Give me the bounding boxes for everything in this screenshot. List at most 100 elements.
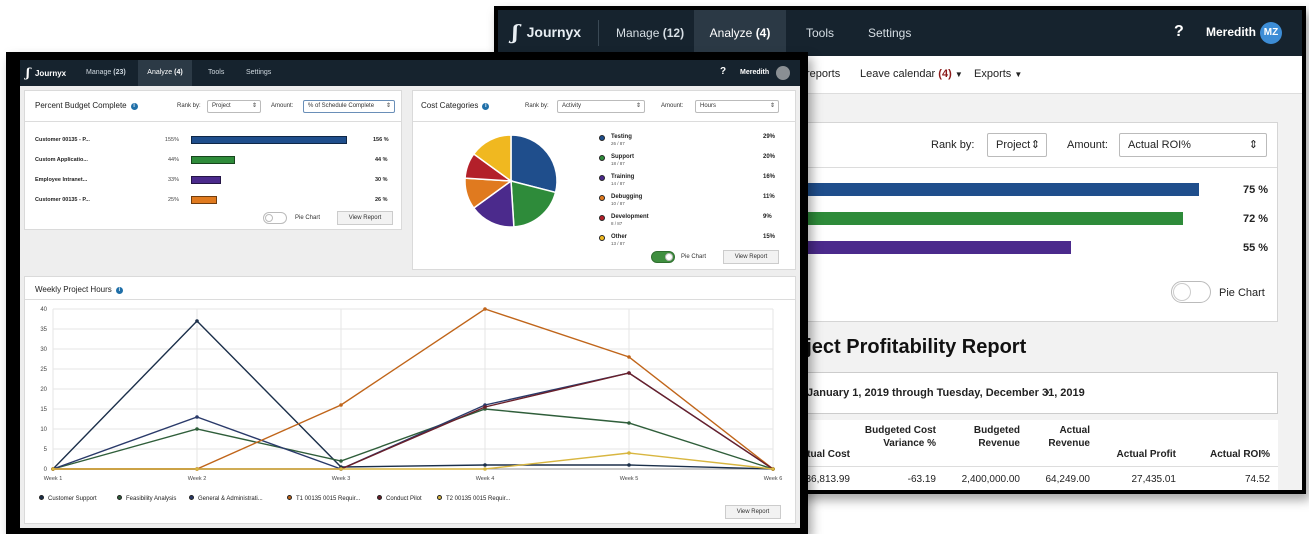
front-nav-analyze[interactable]: Analyze (4) <box>138 60 192 86</box>
budget-row-bar[interactable] <box>191 136 347 144</box>
rank-by-value: Project <box>212 103 231 109</box>
budget-row-name: Customer 00135 - P... <box>35 197 90 203</box>
pie-chart-label: Pie Chart <box>1219 287 1265 299</box>
avatar[interactable]: MZ <box>1260 22 1282 44</box>
budget-row-pct-value: 44 % <box>375 157 388 163</box>
sort-arrows-icon: ⇕ <box>635 103 641 109</box>
rank-by-select[interactable]: Project ⇕ <box>987 133 1047 157</box>
front-top-nav: ʃ Journyx Manage (23) Analyze (4) Tools … <box>20 60 800 86</box>
legend-dot-icon <box>599 155 605 161</box>
legend-dot-icon <box>599 195 605 201</box>
info-icon[interactable]: i <box>130 103 138 110</box>
budget-row-pct: 33% <box>167 177 179 183</box>
card-title: Cost Categories i <box>421 101 490 110</box>
series-line[interactable] <box>52 408 774 470</box>
line-legend-item[interactable]: Feasibility Analysis <box>117 495 176 502</box>
view-report-button[interactable]: View Report <box>725 505 781 519</box>
legend-series-name: T2 00135 0015 Requir... <box>446 496 511 502</box>
view-report-button[interactable]: View Report <box>337 211 393 225</box>
amount-select[interactable]: % of Schedule Complete ⇕ <box>303 100 395 113</box>
table-header: Budgeted Revenue <box>973 425 1020 449</box>
pie-chart-toggle[interactable] <box>651 251 675 263</box>
line-legend-item[interactable]: Customer Support <box>39 495 97 502</box>
front-user-name[interactable]: Meredith <box>740 69 769 76</box>
back-user-name[interactable]: Meredith <box>1206 25 1256 39</box>
nav-label: Settings <box>868 26 912 40</box>
info-icon[interactable]: i <box>482 103 490 110</box>
data-point <box>195 319 199 323</box>
budget-row-pct-value: 30 % <box>375 177 388 183</box>
back-top-nav: ʃ Journyx Manage (12) Analyze (4) Tools … <box>498 10 1302 56</box>
legend-dot-icon <box>599 175 605 181</box>
data-point <box>195 427 199 431</box>
legend-dot-icon <box>437 495 442 500</box>
front-logo[interactable]: ʃ Journyx <box>26 66 66 80</box>
front-nav-manage[interactable]: Manage (23) <box>86 60 126 86</box>
back-nav-manage[interactable]: Manage (12) <box>616 10 684 56</box>
back-nav-analyze[interactable]: Analyze (4) <box>694 10 786 56</box>
data-point <box>195 415 199 419</box>
rank-by-value: Project <box>996 139 1031 151</box>
line-legend-item[interactable]: General & Administrati... <box>189 495 263 502</box>
legend-dot-icon <box>599 135 605 141</box>
subnav-leave-calendar[interactable]: Leave calendar (4) ▼ <box>860 68 963 80</box>
info-icon[interactable]: i <box>115 287 123 294</box>
line-legend-item[interactable]: T2 00135 0015 Requir... <box>437 495 510 502</box>
amount-select[interactable]: Actual ROI% ⇕ <box>1119 133 1267 157</box>
back-logo[interactable]: ʃ Journyx <box>512 20 581 44</box>
weekly-hours-line-chart[interactable]: 0 5 10 15 20 25 30 35 40 Week 1 Week 2 Week 3 Week 4… <box>25 303 795 487</box>
chevron-right-icon[interactable]: › <box>1045 383 1050 399</box>
y-tick-label: 0 <box>44 467 48 473</box>
data-point <box>627 463 631 467</box>
legend-percent: 15% <box>763 234 776 240</box>
budget-row-pct: 155% <box>164 137 179 143</box>
front-nav-tools[interactable]: Tools <box>208 60 224 86</box>
cost-pie-chart[interactable] <box>461 131 561 231</box>
y-tick-label: 20 <box>40 387 47 393</box>
front-nav-settings[interactable]: Settings <box>246 60 271 86</box>
help-icon[interactable]: ? <box>720 66 726 77</box>
nav-divider <box>598 20 599 46</box>
sort-arrows-icon: ⇕ <box>385 103 391 109</box>
budget-row-bar[interactable] <box>191 156 235 164</box>
data-point <box>339 403 343 407</box>
journyx-logo-icon: ʃ <box>26 66 30 80</box>
subnav-leave-label: Leave calendar <box>860 68 936 80</box>
budget-row-bar[interactable] <box>191 196 217 204</box>
view-report-button[interactable]: View Report <box>723 250 779 264</box>
legend-dot-icon <box>287 495 292 500</box>
nav-label: Tools <box>208 69 225 76</box>
legend-series-name: Conduct Pilot <box>386 496 422 502</box>
pie-chart-toggle[interactable] <box>1171 281 1211 303</box>
date-range-box[interactable]: January 1, 2019 through Tuesday, Decembe… <box>794 372 1278 414</box>
subnav-exports[interactable]: Exports ▼ <box>974 68 1022 80</box>
series-line[interactable] <box>52 372 774 470</box>
amount-value: Hours <box>700 103 717 109</box>
data-point <box>483 463 487 467</box>
legend-name: Other <box>611 234 628 240</box>
sort-arrows-icon: ⇕ <box>1030 139 1040 151</box>
line-legend-item[interactable]: T1 00135 0015 Requir... <box>287 495 360 502</box>
back-nav-tools[interactable]: Tools <box>806 10 834 56</box>
legend-percent: 9% <box>763 214 772 220</box>
back-nav-settings[interactable]: Settings <box>868 10 911 56</box>
budget-row-bar[interactable] <box>191 176 221 184</box>
card-title-text: Weekly Project Hours <box>35 285 112 294</box>
series-line[interactable] <box>52 319 774 470</box>
sort-arrows-icon: ⇕ <box>1248 139 1258 151</box>
budget-row-name: Custom Applicatio... <box>35 157 88 163</box>
amount-label: Amount: <box>1067 139 1108 151</box>
avatar[interactable] <box>776 66 790 80</box>
rank-by-select[interactable]: Activity ⇕ <box>557 100 645 113</box>
data-point <box>51 467 55 471</box>
data-point <box>627 421 631 425</box>
rank-by-select[interactable]: Project ⇕ <box>207 100 261 113</box>
subnav-reports[interactable]: reports <box>806 68 840 80</box>
help-icon[interactable]: ? <box>1174 23 1184 41</box>
series-line[interactable] <box>53 372 774 470</box>
pie-chart-toggle[interactable] <box>263 212 287 224</box>
line-legend-item[interactable]: Conduct Pilot <box>377 495 422 502</box>
legend-dot-icon <box>599 235 605 241</box>
amount-select[interactable]: Hours ⇕ <box>695 100 779 113</box>
subnav-exports-label: Exports <box>974 68 1012 80</box>
